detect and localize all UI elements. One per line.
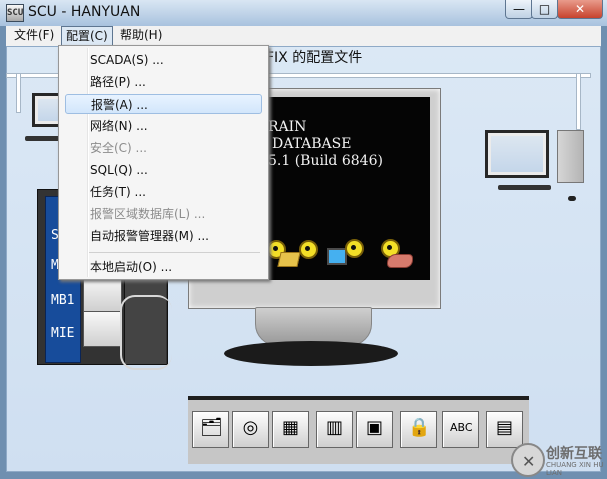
folder-icon (277, 252, 301, 267)
monitor-icon (327, 248, 347, 265)
security-lock-button[interactable]: 🔒 (400, 411, 437, 448)
configuration-dropdown: SCADA(S) ... 路径(P) ... 报警(A) ... 网络(N) .… (58, 45, 269, 280)
hand-icon (387, 254, 413, 268)
database-icon: ▥ (325, 417, 343, 438)
watermark-subtitle: CHUANG XIN HU LIAN (546, 461, 604, 477)
menu-item-sql[interactable]: SQL(Q) ... (90, 160, 264, 180)
rack-label-mie: MIE (51, 326, 75, 341)
menu-separator (89, 252, 260, 253)
menu-config[interactable]: 配置(C) (61, 26, 113, 47)
security-lock-icon: 🔒 (408, 417, 431, 438)
dialog-settings-button[interactable]: ▣ (356, 411, 393, 448)
alarm-bulb-icon (299, 240, 318, 259)
folder-tree-button[interactable]: 🗂 (192, 411, 229, 448)
watermark-brand: 创新互联 (546, 446, 602, 462)
app-icon: SCU (6, 4, 24, 22)
scu-window: SCU SCU - HANYUAN — □ ✕ 文件(F) 配置(C) 帮助(H… (0, 0, 607, 479)
menu-gutter (87, 48, 89, 277)
title-bar[interactable]: SCU SCU - HANYUAN — □ ✕ (0, 0, 607, 26)
rack-label-mb1: MB1 (51, 293, 75, 308)
menu-item-task[interactable]: 任务(T) ... (90, 182, 264, 202)
maximize-button[interactable]: □ (531, 0, 558, 19)
menu-item-auto-alarm-manager[interactable]: 自动报警管理器(M) ... (90, 226, 264, 246)
menu-item-path[interactable]: 路径(P) ... (90, 72, 264, 92)
database-button[interactable]: ▥ (316, 411, 353, 448)
alarm-flow-button[interactable]: ◎ (232, 411, 269, 448)
screen-line-1: RAIN (268, 119, 307, 135)
right-workstation-monitor (485, 130, 549, 178)
menu-item-alarm-area-database: 报警区域数据库(L) ... (90, 207, 206, 221)
rack-panel (83, 311, 122, 347)
menu-bar: 文件(F) 配置(C) 帮助(H) (6, 26, 601, 47)
report-tool-icon: ▤ (495, 417, 513, 438)
menu-item-network[interactable]: 网络(N) ... (90, 116, 264, 136)
configuration-title: FIX 的配置文件 (266, 50, 363, 66)
watermark-logo: ✕ (511, 443, 545, 477)
folder-tree-icon: 🗂 (200, 417, 223, 438)
window-title: SCU - HANYUAN (28, 4, 141, 20)
rack-cable (120, 295, 172, 370)
right-workstation-mouse (568, 196, 576, 201)
minimize-button[interactable]: — (505, 0, 533, 19)
monitor-base (224, 341, 398, 366)
abc-tools-icon: ABC (450, 421, 473, 434)
rack-panel (83, 276, 122, 312)
menu-help[interactable]: 帮助(H) (116, 26, 166, 45)
alarm-network-icon (345, 239, 364, 258)
menu-item-alarm[interactable]: 报警(A) ... (65, 94, 262, 114)
close-button[interactable]: ✕ (557, 0, 603, 19)
network-drop-right (577, 74, 580, 129)
right-workstation-tower (557, 130, 584, 183)
watermark-mark-icon: ✕ (522, 452, 536, 471)
dialog-settings-icon: ▣ (365, 417, 383, 438)
right-workstation-keyboard (498, 185, 551, 190)
screen-line-3: 5.1 (Build 6846) (268, 153, 383, 169)
screen-line-2: DATABASE (272, 136, 352, 152)
menu-file[interactable]: 文件(F) (10, 26, 58, 45)
network-config-icon: ▦ (281, 417, 299, 438)
configuration-toolbar: 🗂 ◎ ▦ ▥ ▣ 🔒 ABC ▤ (188, 396, 529, 464)
right-workstation (485, 130, 584, 203)
chuangxin-hulian-watermark: ✕ 创新互联 CHUANG XIN HU LIAN (511, 441, 607, 477)
menu-item-scada[interactable]: SCADA(S) ... (90, 50, 264, 70)
network-config-button[interactable]: ▦ (272, 411, 309, 448)
menu-item-local-startup[interactable]: 本地启动(O) ... (90, 257, 264, 277)
abc-tools-button[interactable]: ABC (442, 411, 479, 448)
alarm-flow-icon: ◎ (242, 417, 259, 438)
menu-item-security: 安全(C) ... (90, 141, 148, 155)
right-workstation-screen (491, 136, 543, 172)
